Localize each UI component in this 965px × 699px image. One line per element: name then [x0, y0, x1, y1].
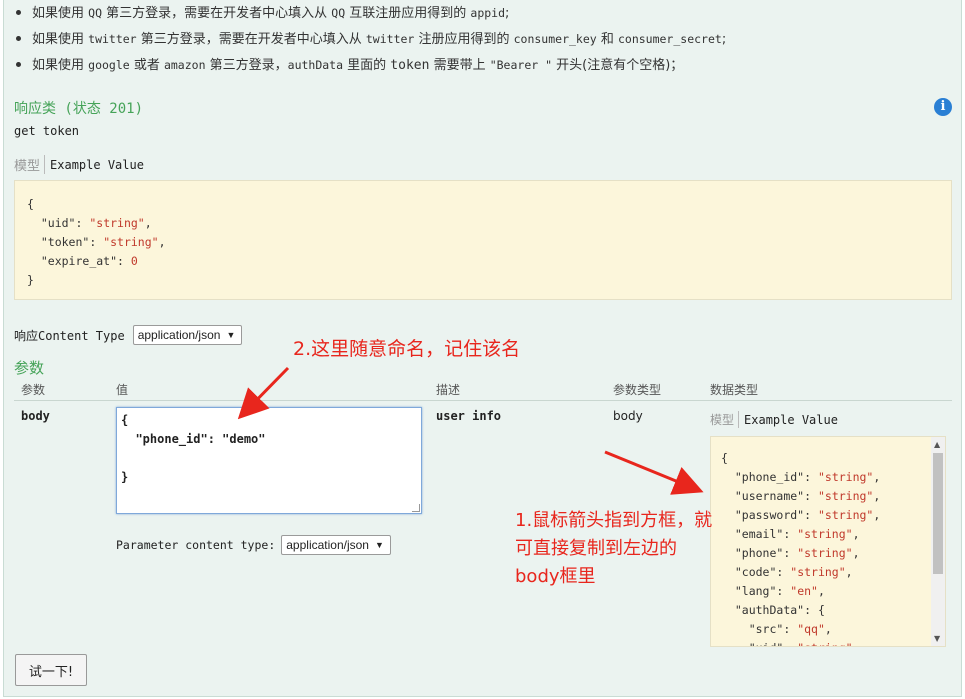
params-title: 参数 — [14, 359, 45, 377]
response-description: get token — [14, 124, 80, 138]
header-data-type: 数据类型 — [710, 383, 759, 397]
response-class-title: 响应类 (状态 201) — [14, 101, 144, 117]
note-item: 如果使用 QQ 第三方登录，需要在开发者中心填入从 QQ 互联注册应用得到的 a… — [14, 0, 726, 26]
code-line: { — [27, 197, 34, 211]
header-param: 参数 — [21, 383, 46, 397]
param-name: body — [21, 409, 50, 423]
info-icon[interactable]: i — [934, 98, 952, 116]
code-line: "code": "string", — [734, 565, 853, 579]
code-line: "phone_id": "string", — [734, 470, 881, 484]
data-type-tabs: 模型 Example Value — [710, 411, 838, 428]
scroll-thumb[interactable] — [933, 453, 943, 574]
annotation-two: 2.这里随意命名，记住该名 — [293, 338, 521, 360]
header-description: 描述 — [436, 383, 461, 397]
code-line: "authData": { — [734, 603, 825, 617]
parameter-content-type-row: Parameter content type: application/json… — [116, 535, 391, 555]
chevron-down-icon: ▼ — [226, 330, 236, 340]
tab-example-value[interactable]: Example Value — [45, 158, 144, 172]
code-line: "password": "string", — [734, 508, 881, 522]
try-it-button[interactable]: 试一下! — [15, 654, 87, 686]
response-content-type-label: 响应Content Type — [14, 328, 125, 343]
header-param-type: 参数类型 — [613, 383, 662, 397]
parameter-content-type-label: Parameter content type: — [116, 538, 276, 552]
code-line: "email": "string", — [734, 527, 860, 541]
header-value: 值 — [116, 383, 129, 397]
note-item: 如果使用 twitter 第三方登录，需要在开发者中心填入从 twitter 注… — [14, 26, 726, 52]
response-example-code: { "uid": "string", "token": "string", "e… — [14, 180, 952, 300]
code-line: "username": "string", — [734, 489, 881, 503]
tab-example-value[interactable]: Example Value — [739, 413, 838, 427]
table-divider — [14, 400, 952, 401]
code-line: "uid": "string", — [721, 639, 935, 646]
code-line: "lang": "en", — [734, 584, 825, 598]
note-item: 如果使用 google 或者 amazon 第三方登录，authData 里面的… — [14, 52, 726, 78]
scroll-down-icon[interactable]: ▼ — [934, 634, 940, 643]
response-content-type-row: 响应Content Type application/json ▼ — [14, 325, 243, 345]
code-line: "token": "string", — [40, 235, 166, 249]
code-line: "src": "qq", — [748, 622, 832, 636]
code-line: "expire_at": 0 — [40, 254, 138, 268]
tab-model[interactable]: 模型 — [710, 411, 740, 428]
code-line: "phone": "string", — [734, 546, 860, 560]
code-line: { — [721, 451, 728, 465]
param-description: user info — [436, 409, 502, 423]
code-line: } — [27, 273, 34, 287]
body-textarea[interactable]: { "phone_id": "demo" } — [116, 407, 422, 514]
notes-list: 如果使用 QQ 第三方登录，需要在开发者中心填入从 QQ 互联注册应用得到的 a… — [14, 0, 726, 78]
tab-model[interactable]: 模型 — [14, 155, 46, 174]
param-type: body — [613, 409, 643, 423]
scroll-up-icon[interactable]: ▲ — [934, 440, 940, 449]
response-content-type-select[interactable]: application/json ▼ — [132, 325, 243, 345]
response-model-tabs: 模型 Example Value — [14, 155, 144, 174]
chevron-down-icon: ▼ — [374, 540, 384, 550]
resize-handle[interactable] — [412, 504, 420, 512]
parameter-content-type-select[interactable]: application/json ▼ — [281, 535, 391, 555]
annotation-one: 1.鼠标箭头指到方框，就可直接复制到左边的body框里 — [515, 510, 713, 587]
code-line: "uid": "string", — [40, 216, 152, 230]
data-type-scrollbar[interactable]: ▲ ▼ — [931, 437, 945, 646]
data-type-example-code[interactable]: { "phone_id": "string", "username": "str… — [710, 436, 946, 647]
